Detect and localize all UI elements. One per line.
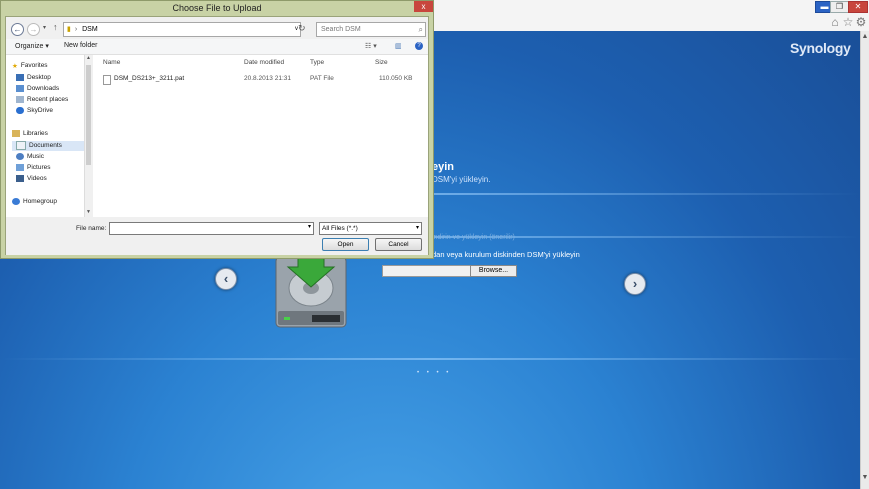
column-type[interactable]: Type <box>310 59 324 66</box>
nav-pictures[interactable]: Pictures <box>16 163 50 173</box>
nav-libraries[interactable]: Libraries <box>12 129 48 139</box>
nav-recent-places[interactable]: Recent places <box>16 95 68 105</box>
install-subtitle: DSM'yi yükleyin. <box>432 175 491 184</box>
scroll-thumb[interactable] <box>86 65 91 165</box>
next-step-button[interactable]: › <box>624 273 646 295</box>
nav-music[interactable]: Music <box>16 152 44 162</box>
music-icon <box>16 152 24 160</box>
search-icon: ⌕ <box>418 25 423 34</box>
close-window-button[interactable]: ✕ <box>848 1 868 13</box>
nav-downloads[interactable]: Downloads <box>16 84 59 94</box>
column-date-modified[interactable]: Date modified <box>244 59 284 66</box>
nav-videos[interactable]: Videos <box>16 174 47 184</box>
scroll-down-icon[interactable]: ▼ <box>86 209 91 215</box>
preview-pane-icon[interactable]: ▥ <box>395 42 402 50</box>
column-size[interactable]: Size <box>375 59 388 66</box>
dialog-footer: File name: ▾ All Files (*.*) ▾ Open Canc… <box>6 218 428 255</box>
back-arrow-icon[interactable]: ← <box>11 23 24 36</box>
decorative-band <box>0 358 860 360</box>
scroll-down-icon[interactable]: ▼ <box>861 474 869 481</box>
refresh-icon[interactable]: ↻ <box>298 23 306 34</box>
dialog-body: ← → ▾ ↑ ▮ › DSM v ↻ Search DSM ⌕ Organiz… <box>5 16 429 255</box>
file-name-label: File name: <box>76 225 107 232</box>
recent-locations-chevron-icon[interactable]: ▾ <box>43 24 46 31</box>
favorites-star-icon: ★ <box>12 62 18 70</box>
folder-icon: ▮ <box>67 26 71 33</box>
nav-homegroup[interactable]: Homegroup <box>12 197 57 207</box>
settings-gear-icon[interactable]: ⚙ <box>855 16 867 28</box>
new-folder-button[interactable]: New folder <box>64 42 97 49</box>
file-path-field[interactable] <box>382 265 472 277</box>
choose-file-dialog: Choose File to Upload x ← → ▾ ↑ ▮ › DSM … <box>0 0 434 259</box>
nav-documents[interactable]: Documents <box>12 141 84 151</box>
search-input[interactable]: Search DSM ⌕ <box>316 22 426 37</box>
dialog-close-button[interactable]: x <box>414 1 433 12</box>
videos-icon <box>16 174 24 182</box>
file-name-cell[interactable]: DSM_DS213+_3211.pat <box>114 75 184 82</box>
download-install-option[interactable]: indirin ve yükleyin (önerilir) <box>432 234 515 241</box>
homegroup-icon <box>12 197 20 205</box>
address-bar[interactable]: ▮ › DSM v <box>63 22 301 37</box>
file-list: Name Date modified Type Size DSM_DS213+_… <box>93 55 428 217</box>
file-icon <box>103 75 111 85</box>
dialog-title: Choose File to Upload <box>172 3 262 13</box>
step-indicator: • • • • <box>417 370 452 376</box>
breadcrumb-dsm[interactable]: DSM <box>82 26 98 33</box>
synology-logo: Synology <box>790 40 851 56</box>
navigation-scrollbar[interactable]: ▲ ▼ <box>84 55 92 217</box>
file-date-cell: 20.8.2013 21:31 <box>244 75 291 82</box>
organize-menu[interactable]: Organize ▾ <box>15 42 49 50</box>
hard-drive-icon <box>275 255 347 328</box>
up-arrow-icon[interactable]: ↑ <box>53 22 58 32</box>
favorites-star-icon[interactable]: ☆ <box>842 16 854 28</box>
file-size-cell: 110.050 KB <box>379 75 413 82</box>
libraries-icon <box>12 129 20 137</box>
dialog-toolbar: Organize ▾ New folder ☷ ▾ ▥ ? <box>6 39 428 55</box>
nav-skydrive[interactable]: SkyDrive <box>16 106 53 116</box>
forward-arrow-icon[interactable]: → <box>27 23 40 36</box>
file-type-dropdown-icon[interactable]: ▾ <box>416 223 421 234</box>
browse-button[interactable]: Browse... <box>470 265 517 277</box>
scroll-up-icon[interactable]: ▲ <box>86 55 91 61</box>
open-button[interactable]: Open <box>322 238 369 251</box>
manual-install-option[interactable]: dan veya kurulum diskinden DSM'yi yükley… <box>432 250 580 259</box>
skydrive-cloud-icon <box>16 106 24 114</box>
navigation-pane: ★ Favorites Desktop Downloads Recent plac… <box>6 55 91 217</box>
documents-icon <box>16 141 26 150</box>
file-type-select[interactable]: All Files (*.*) ▾ <box>319 222 422 235</box>
cancel-button[interactable]: Cancel <box>375 238 422 251</box>
pictures-icon <box>16 163 24 171</box>
install-title: eyin <box>432 161 455 173</box>
help-icon[interactable]: ? <box>415 42 423 50</box>
page-scrollbar[interactable] <box>860 31 869 489</box>
previous-step-button[interactable]: ‹ <box>215 268 237 290</box>
file-name-dropdown-icon[interactable]: ▾ <box>308 223 313 230</box>
scroll-up-icon[interactable]: ▲ <box>861 33 869 40</box>
home-icon[interactable]: ⌂ <box>829 16 841 28</box>
file-name-input[interactable]: ▾ <box>109 222 314 235</box>
recent-places-icon <box>16 95 24 103</box>
desktop-icon <box>16 73 24 81</box>
nav-favorites[interactable]: ★ Favorites <box>12 61 48 71</box>
column-name[interactable]: Name <box>103 59 120 66</box>
maximize-window-button[interactable]: ❐ <box>830 1 849 13</box>
downloads-icon <box>16 84 24 92</box>
breadcrumb-separator-icon: › <box>74 26 78 33</box>
change-view-icon[interactable]: ☷ ▾ <box>365 42 377 50</box>
nav-desktop[interactable]: Desktop <box>16 73 51 83</box>
file-type-cell: PAT File <box>310 75 334 82</box>
